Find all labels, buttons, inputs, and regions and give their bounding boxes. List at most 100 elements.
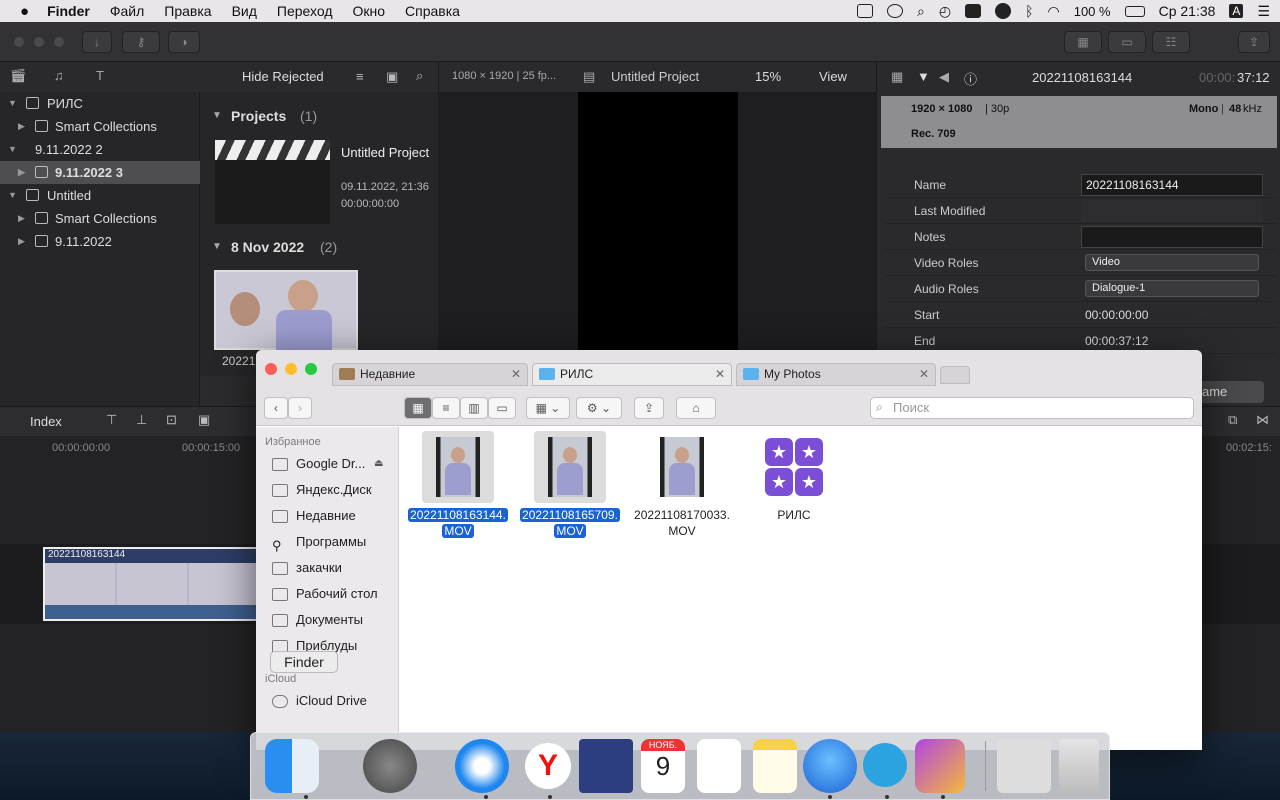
menu-window[interactable]: Окно: [353, 3, 386, 19]
launchpad-icon[interactable]: [363, 739, 417, 793]
project-thumbnail[interactable]: [215, 140, 330, 224]
view-select[interactable]: View: [819, 69, 847, 84]
reminders-icon[interactable]: [697, 739, 741, 793]
photos-audio-icon[interactable]: ♫: [54, 68, 64, 83]
new-tab-button[interactable]: [940, 366, 970, 384]
menu-app-finder[interactable]: Finder: [47, 3, 90, 19]
list-view-icon[interactable]: ≡: [432, 397, 460, 419]
battery-percent[interactable]: 100 %: [1074, 4, 1111, 19]
hide-rejected-select[interactable]: Hide Rejected: [242, 69, 324, 84]
skimming-icon[interactable]: ⋈: [1256, 412, 1269, 428]
menu-go[interactable]: Переход: [277, 3, 333, 19]
layout-library-icon[interactable]: ▦: [1064, 31, 1102, 53]
eject-icon[interactable]: ⏏: [374, 454, 383, 474]
minimize-dot[interactable]: [34, 37, 44, 47]
close-tab-icon[interactable]: ✕: [715, 364, 725, 385]
safari-icon[interactable]: [455, 739, 509, 793]
close-dot[interactable]: [14, 37, 24, 47]
input-source[interactable]: A: [1229, 4, 1244, 18]
library-item[interactable]: ▶ 9.11.2022 3: [0, 161, 200, 184]
tab-recents[interactable]: Недавние ✕: [332, 363, 528, 386]
library-item[interactable]: ▼ 9.11.2022 2: [0, 138, 200, 161]
calendar-icon[interactable]: НОЯБ. 9: [641, 739, 685, 793]
library-item[interactable]: ▼ Untitled: [0, 184, 200, 207]
name-field[interactable]: 20221108163144: [1081, 174, 1263, 196]
notification-center-icon[interactable]: ☰: [1257, 3, 1270, 20]
timeline-clip[interactable]: 20221108163144: [43, 547, 258, 621]
overwrite-icon[interactable]: ▣: [198, 412, 210, 428]
trash-icon[interactable]: [1059, 739, 1099, 793]
library-item[interactable]: ▶ Smart Collections: [0, 115, 200, 138]
zoom-button[interactable]: [305, 363, 317, 375]
downloads-stack-icon[interactable]: [997, 739, 1051, 793]
layout-inspector-icon[interactable]: ☷: [1152, 31, 1190, 53]
close-tab-icon[interactable]: ✕: [919, 364, 929, 385]
menu-edit[interactable]: Правка: [164, 3, 211, 19]
share-icon[interactable]: ⇪: [1238, 31, 1270, 53]
info-icon[interactable]: ⓘ: [964, 69, 977, 88]
menu-file[interactable]: Файл: [110, 3, 144, 19]
list-view-icon[interactable]: ≡: [356, 69, 364, 84]
bluetooth-icon[interactable]: ᛒ: [1025, 3, 1033, 19]
battery-icon[interactable]: [1124, 5, 1145, 17]
apple-menu-icon[interactable]: ●: [20, 3, 29, 20]
screen-app-icon[interactable]: [579, 739, 633, 793]
share-icon[interactable]: ⇪: [634, 397, 664, 419]
tab-rils[interactable]: РИЛС ✕: [532, 363, 732, 386]
time-machine-icon[interactable]: ◴: [939, 3, 951, 20]
info-film-icon[interactable]: ▦: [891, 69, 903, 85]
wifi-icon[interactable]: ◠: [1048, 3, 1060, 20]
close-button[interactable]: [265, 363, 277, 375]
project-name[interactable]: Untitled Project: [341, 145, 429, 160]
minimize-button[interactable]: [285, 363, 297, 375]
action-gear-icon[interactable]: ⚙ ⌄: [576, 397, 622, 419]
status-app-icon[interactable]: [857, 4, 874, 18]
filmstrip-icon[interactable]: ▣: [386, 69, 398, 85]
clip-thumbnail[interactable]: [214, 270, 358, 350]
background-tasks-icon[interactable]: ◑: [168, 31, 200, 53]
back-icon[interactable]: ‹: [264, 397, 288, 419]
finder-icon[interactable]: [265, 739, 319, 793]
notes-icon[interactable]: [753, 739, 797, 793]
file-item[interactable]: 20221108163144. MOV: [403, 431, 513, 539]
menu-clock[interactable]: Ср 21:38: [1159, 3, 1216, 19]
search-input[interactable]: Поиск: [870, 397, 1194, 419]
icon-view-icon[interactable]: ▦: [404, 397, 432, 419]
connect-icon[interactable]: ⊤: [106, 412, 117, 428]
close-tab-icon[interactable]: ✕: [511, 364, 521, 385]
spotlight-icon[interactable]: ⌕: [917, 3, 925, 20]
library-item[interactable]: ▶ 9.11.2022: [0, 230, 200, 253]
video-inspector-icon[interactable]: ▼: [917, 69, 930, 84]
library-item[interactable]: ▶ Smart Collections: [0, 207, 200, 230]
zoom-select[interactable]: 15%: [755, 69, 781, 84]
file-item[interactable]: 20221108170033. MOV: [627, 431, 737, 539]
name-presets-button[interactable]: ame: [1200, 381, 1264, 403]
layout-timeline-icon[interactable]: ▭: [1108, 31, 1146, 53]
search-icon[interactable]: ⌕: [416, 68, 423, 84]
yandex-browser-icon[interactable]: Y: [525, 743, 571, 789]
library-item[interactable]: ▼ РИЛС: [0, 92, 200, 115]
notes-field[interactable]: [1081, 226, 1263, 248]
file-item[interactable]: ★ ★ ★ ★ РИЛС: [739, 431, 849, 523]
column-view-icon[interactable]: ▥: [460, 397, 488, 419]
insert-icon[interactable]: ⊥: [136, 412, 147, 428]
keywords-icon[interactable]: ⚷: [122, 31, 160, 53]
notification-badge-icon[interactable]: [995, 3, 1012, 19]
clip-appearance-icon[interactable]: ⧉: [1228, 412, 1237, 428]
telegram-icon[interactable]: [863, 743, 907, 787]
audio-roles-select[interactable]: Dialogue-1: [1085, 280, 1259, 297]
index-button[interactable]: Index: [30, 414, 62, 429]
append-icon[interactable]: ⊡: [166, 412, 177, 428]
audio-inspector-icon[interactable]: ◀︎: [939, 69, 949, 85]
forward-icon[interactable]: ›: [288, 397, 312, 419]
yandex-disk-icon[interactable]: [803, 739, 857, 793]
file-item[interactable]: 20221108165709. MOV: [515, 431, 625, 539]
menu-help[interactable]: Справка: [405, 3, 460, 19]
import-icon[interactable]: ↓: [82, 31, 112, 53]
final-cut-pro-icon[interactable]: [915, 739, 965, 793]
video-roles-select[interactable]: Video: [1085, 254, 1259, 271]
folder-icon[interactable]: [965, 4, 982, 18]
zoom-dot[interactable]: [54, 37, 64, 47]
gallery-view-icon[interactable]: ▭: [488, 397, 516, 419]
menu-view[interactable]: Вид: [232, 3, 257, 19]
